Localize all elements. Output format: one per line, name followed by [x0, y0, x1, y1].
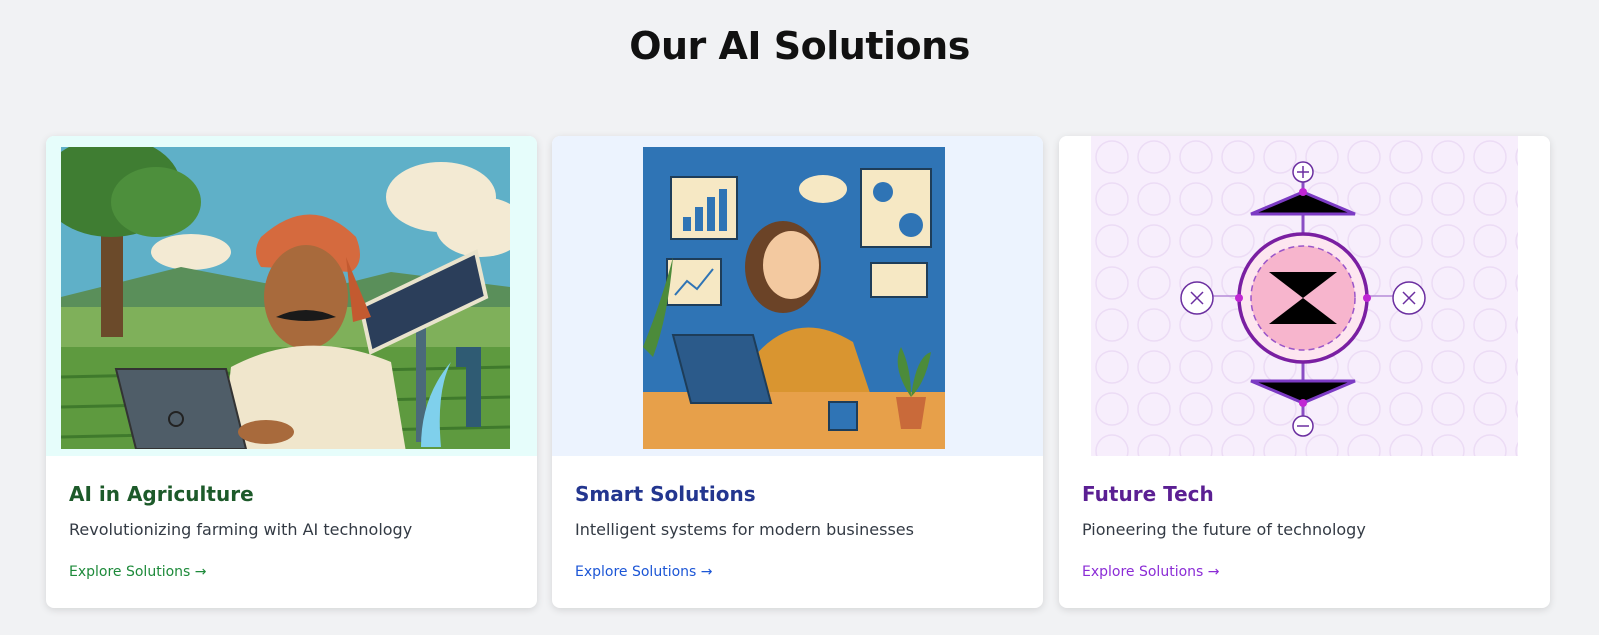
businesswoman-illustration — [643, 147, 945, 449]
card-title: Future Tech — [1082, 482, 1214, 506]
card-smart-solutions[interactable]: Smart Solutions Intelligent systems for … — [552, 136, 1043, 608]
page-title: Our AI Solutions — [629, 24, 970, 68]
card-ai-agriculture[interactable]: AI in Agriculture Revolutionizing farmin… — [46, 136, 537, 608]
card-media — [1059, 136, 1550, 456]
card-title: Smart Solutions — [575, 482, 756, 506]
card-description: Revolutionizing farming with AI technolo… — [69, 520, 413, 539]
farmer-illustration — [61, 147, 510, 449]
card-media — [46, 136, 537, 456]
card-description: Pioneering the future of technology — [1082, 520, 1366, 539]
card-future-tech[interactable]: Future Tech Pioneering the future of tec… — [1059, 136, 1550, 608]
card-title: AI in Agriculture — [69, 482, 254, 506]
circuit-diagram-illustration — [1091, 136, 1518, 456]
card-description: Intelligent systems for modern businesse… — [575, 520, 914, 539]
card-media — [552, 136, 1043, 456]
explore-solutions-link[interactable]: Explore Solutions → — [1082, 564, 1220, 580]
explore-solutions-link[interactable]: Explore Solutions → — [69, 564, 207, 580]
explore-solutions-link[interactable]: Explore Solutions → — [575, 564, 713, 580]
